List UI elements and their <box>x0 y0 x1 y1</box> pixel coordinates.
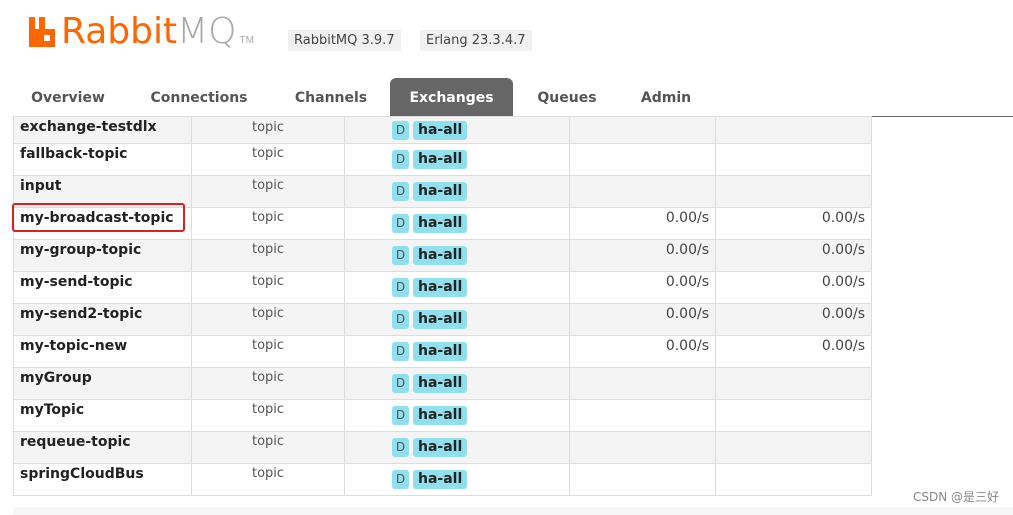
message-rate-out: 0.00/s <box>821 209 865 226</box>
exchange-type: topic <box>251 338 285 353</box>
rabbitmq-logo-icon <box>29 17 55 47</box>
exchange-name-link[interactable]: input <box>20 178 61 194</box>
exchange-name-link[interactable]: my-group-topic <box>20 242 141 258</box>
exchange-type: topic <box>251 119 285 135</box>
highlight-box <box>12 203 185 232</box>
exchange-row: my-send2-topic topic Dha-all 0.00/s 0.00/s <box>13 303 872 336</box>
exchange-row: fallback-topic topic Dha-all <box>13 143 872 176</box>
policy-badge[interactable]: ha-all <box>413 406 468 425</box>
durable-badge: D <box>392 278 409 297</box>
exchange-type: topic <box>251 146 285 161</box>
durable-badge: D <box>392 342 409 361</box>
erlang-version-badge: Erlang 23.3.4.7 <box>420 30 532 51</box>
durable-badge: D <box>392 182 409 201</box>
exchange-type: topic <box>251 274 285 289</box>
durable-badge: D <box>392 246 409 265</box>
exchange-row: my-group-topic topic Dha-all 0.00/s 0.00/s <box>13 239 872 272</box>
policy-badge[interactable]: ha-all <box>413 470 468 489</box>
exchange-type: topic <box>251 178 285 193</box>
exchange-type: topic <box>251 210 285 225</box>
watermark: CSDN @是三好 <box>912 490 999 504</box>
policy-badge[interactable]: ha-all <box>413 246 468 265</box>
policy-badge[interactable]: ha-all <box>413 150 468 169</box>
exchange-name-link[interactable]: requeue-topic <box>20 434 131 450</box>
message-rate-in: 0.00/s <box>665 337 709 354</box>
exchange-row: myTopic topic Dha-all <box>13 399 872 432</box>
exchange-type: topic <box>251 402 285 417</box>
logo-text-mq: MQ <box>177 11 237 52</box>
exchange-type: topic <box>251 306 285 321</box>
policy-badge[interactable]: ha-all <box>413 278 468 297</box>
tab-connections[interactable]: Connections <box>137 78 261 116</box>
logo-trademark: TM <box>239 35 254 46</box>
logo-text-rabbit: Rabbit <box>61 11 178 52</box>
exchange-type: topic <box>251 242 285 257</box>
exchange-name-link[interactable]: myTopic <box>20 402 84 418</box>
exchange-name-link[interactable]: exchange-testdlx <box>20 119 157 135</box>
tab-overview[interactable]: Overview <box>13 78 123 116</box>
durable-badge: D <box>392 406 409 425</box>
exchange-name-link[interactable]: my-send-topic <box>20 274 133 290</box>
rabbitmq-version-badge: RabbitMQ 3.9.7 <box>288 30 401 51</box>
exchanges-table: exchange-testdlx topic Dha-all fallback-top… <box>13 116 872 496</box>
durable-badge: D <box>392 470 409 489</box>
exchange-type: topic <box>251 466 285 481</box>
exchange-row: requeue-topic topic Dha-all <box>13 431 872 464</box>
exchange-row: exchange-testdlx topic Dha-all <box>13 116 872 144</box>
durable-badge: D <box>392 310 409 329</box>
exchange-name-link[interactable]: myGroup <box>20 370 92 386</box>
policy-badge[interactable]: ha-all <box>413 120 468 140</box>
message-rate-out: 0.00/s <box>821 305 865 322</box>
policy-badge[interactable]: ha-all <box>413 310 468 329</box>
exchange-row: springCloudBus topic Dha-all <box>13 463 872 496</box>
footer-strip <box>13 507 1013 515</box>
message-rate-in: 0.00/s <box>665 305 709 322</box>
exchange-row: myGroup topic Dha-all <box>13 367 872 400</box>
message-rate-in: 0.00/s <box>665 209 709 226</box>
exchange-name-link[interactable]: my-topic-new <box>20 338 127 354</box>
tab-channels[interactable]: Channels <box>279 78 383 116</box>
message-rate-in: 0.00/s <box>665 273 709 290</box>
app-header: Rabbit MQ TM RabbitMQ 3.9.7 Erlang 23.3.4.… <box>0 0 1013 78</box>
exchange-type: topic <box>251 370 285 385</box>
durable-badge: D <box>392 120 409 140</box>
tab-queues[interactable]: Queues <box>524 78 610 116</box>
tab-exchanges[interactable]: Exchanges <box>390 78 513 116</box>
exchange-name-link[interactable]: my-send2-topic <box>20 306 142 322</box>
tab-admin[interactable]: Admin <box>629 78 703 116</box>
policy-badge[interactable]: ha-all <box>413 182 468 201</box>
durable-badge: D <box>392 214 409 233</box>
exchange-type: topic <box>251 434 285 449</box>
main-nav-tabs: Overview Connections Channels Exchanges … <box>13 78 1013 117</box>
message-rate-out: 0.00/s <box>821 337 865 354</box>
exchange-name-link[interactable]: fallback-topic <box>20 146 127 162</box>
durable-badge: D <box>392 150 409 169</box>
exchange-row: my-send-topic topic Dha-all 0.00/s 0.00/s <box>13 271 872 304</box>
policy-badge[interactable]: ha-all <box>413 342 468 361</box>
durable-badge: D <box>392 438 409 457</box>
policy-badge[interactable]: ha-all <box>413 438 468 457</box>
message-rate-out: 0.00/s <box>821 273 865 290</box>
exchange-name-link[interactable]: springCloudBus <box>20 466 144 482</box>
exchange-row: my-topic-new topic Dha-all 0.00/s 0.00/s <box>13 335 872 368</box>
durable-badge: D <box>392 374 409 393</box>
rabbitmq-logo[interactable]: Rabbit MQ TM <box>27 8 254 52</box>
policy-badge[interactable]: ha-all <box>413 214 468 233</box>
message-rate-in: 0.00/s <box>665 241 709 258</box>
policy-badge[interactable]: ha-all <box>413 374 468 393</box>
message-rate-out: 0.00/s <box>821 241 865 258</box>
